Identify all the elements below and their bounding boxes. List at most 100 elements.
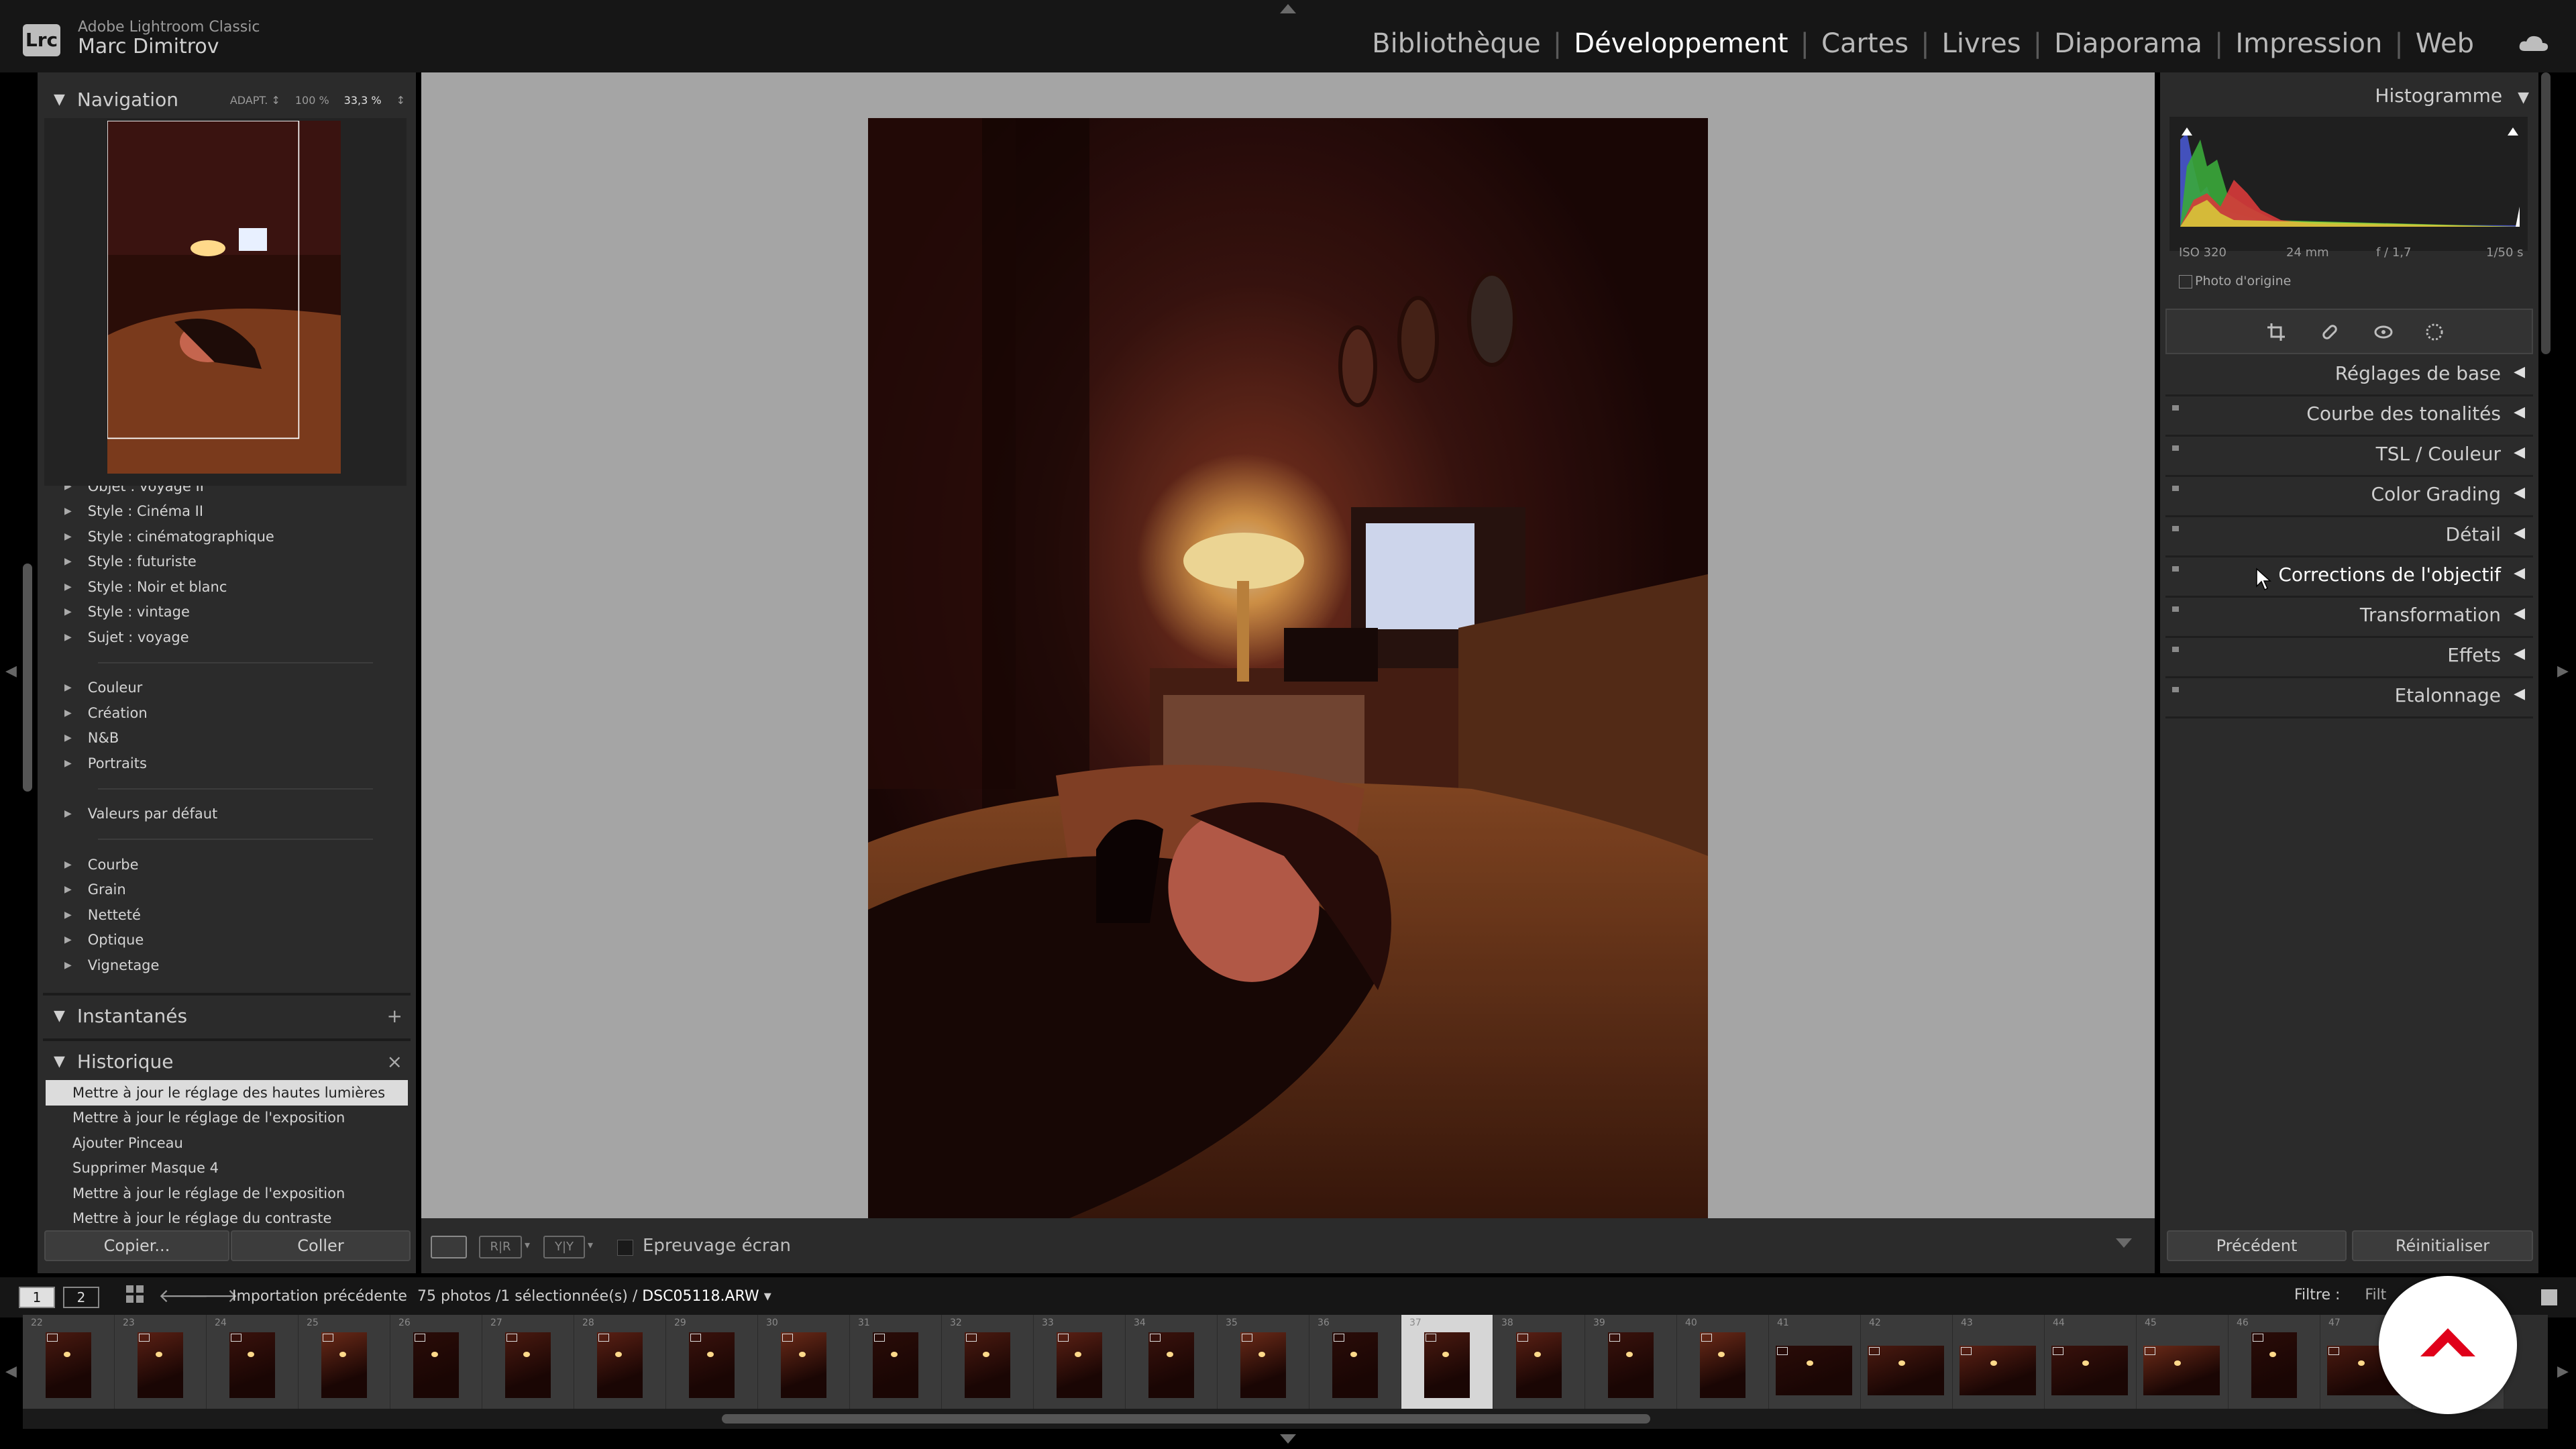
- grid-view-icon[interactable]: [125, 1284, 145, 1304]
- panel-switch-icon[interactable]: [2172, 606, 2179, 612]
- filmstrip-thumbnail[interactable]: [2143, 1346, 2220, 1395]
- expand-triangle-icon[interactable]: ▶: [64, 556, 72, 567]
- preset-folder[interactable]: ▶ Portraits: [38, 751, 416, 776]
- expand-triangle-icon[interactable]: ▶: [64, 910, 72, 920]
- panel-switch-icon[interactable]: [2172, 566, 2179, 572]
- expand-triangle-icon[interactable]: ▶: [64, 606, 72, 617]
- filmstrip-cell[interactable]: 38: [1493, 1315, 1586, 1409]
- navigation-thumbnail[interactable]: [107, 121, 341, 474]
- crop-icon[interactable]: [2266, 322, 2286, 342]
- history-item[interactable]: Mettre à jour le réglage de l'exposition: [46, 1181, 408, 1206]
- filmstrip-thumbnail[interactable]: [2051, 1346, 2128, 1395]
- module-map[interactable]: Cartes: [1809, 28, 1921, 59]
- filmstrip-scroll-left-icon[interactable]: ◀: [5, 1363, 17, 1380]
- expand-triangle-icon[interactable]: ▶: [64, 708, 72, 718]
- preset-folder[interactable]: ▶ Netteté: [38, 902, 416, 928]
- filmstrip-cell[interactable]: 26: [390, 1315, 483, 1409]
- filmstrip-cell[interactable]: 28: [574, 1315, 667, 1409]
- filter-control[interactable]: Filtre : Filt: [2294, 1287, 2386, 1303]
- filter-lock-icon[interactable]: [2541, 1289, 2557, 1305]
- section-lens-corrections[interactable]: Corrections de l'objectif ◀: [2165, 557, 2533, 598]
- bottom-panel-toggle-icon[interactable]: [1280, 1434, 1296, 1444]
- zoom-fit-option[interactable]: ADAPT. ↕: [230, 94, 280, 107]
- masking-icon[interactable]: [2424, 322, 2445, 342]
- history-header[interactable]: ▼ Historique ×: [43, 1038, 411, 1081]
- expand-triangle-icon[interactable]: ▶: [64, 682, 72, 693]
- filmstrip-thumbnail[interactable]: [46, 1332, 91, 1398]
- reset-button[interactable]: Réinitialiser: [2352, 1230, 2533, 1261]
- dropdown-arrow-icon[interactable]: ▾: [525, 1238, 530, 1251]
- filmstrip-cell[interactable]: 39: [1585, 1315, 1678, 1409]
- section-detail[interactable]: Détail ◀: [2165, 517, 2533, 557]
- top-panel-toggle-icon[interactable]: [1280, 4, 1296, 13]
- panel-switch-icon[interactable]: [2172, 526, 2179, 531]
- expand-arrow-icon[interactable]: ◀: [2514, 444, 2525, 461]
- red-eye-icon[interactable]: [2373, 322, 2394, 342]
- filmstrip-thumbnail[interactable]: [2251, 1332, 2297, 1398]
- toolbar-menu-icon[interactable]: [2116, 1238, 2132, 1248]
- filmstrip-cell[interactable]: 37: [1401, 1315, 1494, 1409]
- expand-triangle-icon[interactable]: ▶: [64, 733, 72, 743]
- filmstrip-info[interactable]: 75 photos /1 sélectionnée(s) / DSC05118.…: [417, 1288, 771, 1305]
- filmstrip-thumbnail[interactable]: [965, 1332, 1010, 1398]
- filmstrip-source[interactable]: Importation précédente: [232, 1288, 407, 1305]
- filmstrip-cell[interactable]: 22: [23, 1315, 115, 1409]
- filmstrip-thumbnail[interactable]: [873, 1332, 918, 1398]
- panel-switch-icon[interactable]: [2172, 647, 2179, 652]
- expand-arrow-icon[interactable]: ◀: [2514, 404, 2525, 421]
- snapshots-header[interactable]: ▼ Instantanés +: [43, 993, 411, 1036]
- filmstrip-thumbnail[interactable]: [597, 1332, 643, 1398]
- preset-item[interactable]: ▶ Style : Noir et blanc: [38, 574, 416, 600]
- filmstrip-thumbnail[interactable]: [1700, 1332, 1746, 1398]
- right-panel-scrollbar[interactable]: [2541, 72, 2551, 354]
- original-photo-checkbox[interactable]: [2179, 275, 2192, 288]
- section-calibration[interactable]: Etalonnage ◀: [2165, 678, 2533, 718]
- expand-triangle-icon[interactable]: ▶: [64, 632, 72, 643]
- filmstrip-cell[interactable]: 40: [1677, 1315, 1770, 1409]
- window-1-button[interactable]: 1: [19, 1287, 55, 1308]
- loupe-view-icon[interactable]: [431, 1236, 467, 1258]
- filmstrip-scrollbar[interactable]: [722, 1414, 1650, 1424]
- section-effects[interactable]: Effets ◀: [2165, 637, 2533, 678]
- expand-triangle-icon[interactable]: ▶: [64, 486, 72, 492]
- expand-triangle-icon[interactable]: ▶: [64, 884, 72, 895]
- preset-item[interactable]: ▶ Style : futuriste: [38, 549, 416, 575]
- history-item-selected[interactable]: Mettre à jour le réglage des hautes lumi…: [46, 1080, 408, 1106]
- history-item[interactable]: Ajouter Pinceau: [46, 1130, 408, 1156]
- expand-arrow-icon[interactable]: ◀: [2514, 525, 2525, 541]
- panel-switch-icon[interactable]: [2172, 687, 2179, 692]
- filmstrip-cell[interactable]: 31: [850, 1315, 943, 1409]
- history-item[interactable]: Supprimer Masque 4: [46, 1156, 408, 1181]
- dropdown-arrow-icon[interactable]: ▾: [764, 1288, 771, 1305]
- histogram-header[interactable]: Histogramme ▼: [2375, 85, 2529, 107]
- panel-switch-icon[interactable]: [2172, 405, 2179, 411]
- section-transform[interactable]: Transformation ◀: [2165, 597, 2533, 638]
- filmstrip-thumbnail[interactable]: [781, 1332, 826, 1398]
- filmstrip-cell[interactable]: 46: [2229, 1315, 2321, 1409]
- copy-settings-button[interactable]: Copier...: [44, 1230, 229, 1261]
- expand-triangle-icon[interactable]: ▶: [64, 808, 72, 819]
- filmstrip-thumbnail[interactable]: [1057, 1332, 1102, 1398]
- panel-switch-icon[interactable]: [2172, 486, 2179, 491]
- module-library[interactable]: Bibliothèque: [1360, 28, 1553, 59]
- filmstrip-cell[interactable]: 27: [482, 1315, 575, 1409]
- expand-triangle-icon[interactable]: ▶: [64, 582, 72, 592]
- module-print[interactable]: Impression: [2223, 28, 2394, 59]
- module-develop[interactable]: Développement: [1562, 28, 1800, 59]
- module-slideshow[interactable]: Diaporama: [2042, 28, 2214, 59]
- preset-item[interactable]: ▶ Sujet : voyage: [38, 625, 416, 650]
- filmstrip-thumbnail[interactable]: [1608, 1332, 1654, 1398]
- expand-arrow-icon[interactable]: ◀: [2514, 364, 2525, 380]
- expand-triangle-icon[interactable]: ▶: [64, 758, 72, 769]
- preset-folder[interactable]: ▶ Grain: [38, 877, 416, 903]
- filmstrip-cell[interactable]: 36: [1309, 1315, 1402, 1409]
- filmstrip-cell[interactable]: 29: [666, 1315, 759, 1409]
- section-hsl-color[interactable]: TSL / Couleur ◀: [2165, 436, 2533, 477]
- preset-folder[interactable]: ▶ Vignetage: [38, 953, 416, 978]
- previous-button[interactable]: Précédent: [2167, 1230, 2347, 1261]
- photo-canvas[interactable]: [421, 72, 2155, 1218]
- filmstrip-thumbnail[interactable]: [138, 1332, 183, 1398]
- filmstrip-thumbnail[interactable]: [321, 1332, 367, 1398]
- preset-item[interactable]: ▶ Objet : voyage II: [38, 486, 416, 499]
- panel-switch-icon[interactable]: [2172, 445, 2179, 451]
